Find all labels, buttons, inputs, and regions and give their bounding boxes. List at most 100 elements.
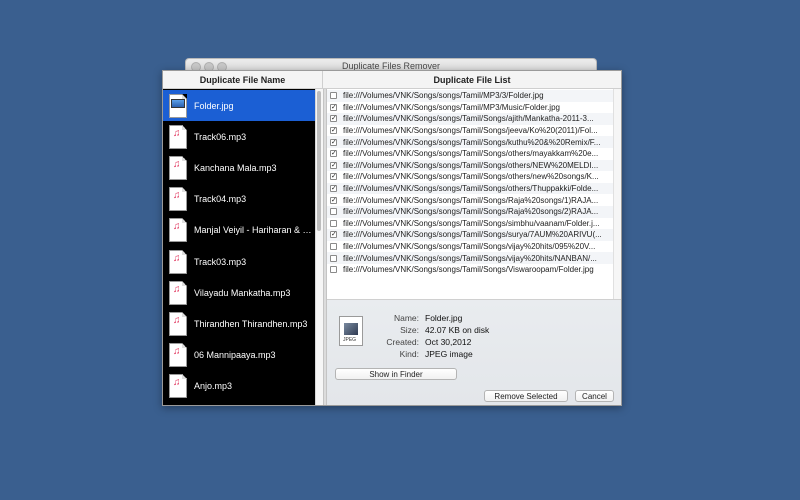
file-list-item[interactable]: ♫ Anjo.mp3 [163,371,315,402]
audio-file-icon: ♫ [169,311,187,336]
duplicate-checkbox[interactable]: ✓ [330,161,337,169]
file-list-item[interactable]: Folder.jpg [163,90,315,121]
duplicate-file-name-list[interactable]: Folder.jpg ♫ Track06.mp3 ♫ Kanchana Mala.mp3… [163,89,315,405]
duplicate-checkbox[interactable]: ✓ [330,185,337,193]
image-file-icon [169,93,187,118]
left-list-scrollbar[interactable] [315,89,323,405]
duplicate-file-list-header[interactable]: Duplicate File List [323,71,621,89]
file-list-item[interactable]: ♫ Track04.mp3 [163,184,315,215]
file-list-item-label: Anjo.mp3 [194,381,233,392]
audio-file-icon: ♫ [169,218,187,243]
duplicate-checkbox[interactable]: ✓ [330,231,337,239]
file-list-item-label: Manjal Veiyil - Hariharan & Vija... [194,225,315,236]
duplicate-list-row[interactable]: ✓ file:///Volumes/VNK/Songs/songs/Tamil/M… [327,102,613,114]
info-kind-value: JPEG image [425,349,473,359]
info-name-row: Name: Folder.jpg [367,313,462,323]
file-list-item[interactable]: ♫ Vilayadu Mankatha.mp3 [163,277,315,308]
duplicate-checkbox[interactable] [330,219,337,227]
duplicate-file-path: file:///Volumes/VNK/Songs/songs/Tamil/So… [343,184,599,194]
duplicate-list-row[interactable]: ✓ file:///Volumes/VNK/Songs/songs/Tamil/S… [327,136,613,148]
audio-file-icon: ♫ [169,249,187,274]
music-note-icon: ♫ [173,346,181,358]
audio-file-icon: ♫ [169,155,187,180]
duplicate-list-row[interactable]: file:///Volumes/VNK/Songs/songs/Tamil/So… [327,206,613,218]
info-kind-label: Kind: [399,349,419,359]
duplicate-list-row[interactable]: file:///Volumes/VNK/Songs/songs/Tamil/So… [327,252,613,264]
duplicate-checkbox[interactable] [330,92,337,100]
duplicate-file-path: file:///Volumes/VNK/Songs/songs/Tamil/So… [343,265,594,275]
duplicate-file-name-header[interactable]: Duplicate File Name [163,71,323,89]
jpeg-file-icon: JPEG [339,316,363,346]
duplicate-file-path: file:///Volumes/VNK/Songs/songs/Tamil/So… [343,253,597,263]
music-note-icon: ♫ [173,377,181,389]
duplicate-list-row[interactable]: ✓ file:///Volumes/VNK/Songs/songs/Tamil/S… [327,113,613,125]
duplicate-checkbox[interactable] [330,243,337,251]
duplicate-checkbox[interactable]: ✓ [330,138,337,146]
file-info-area: JPEG Name: Folder.jpg Size: 42.07 KB on … [327,299,621,405]
jpeg-icon-label: JPEG [343,337,357,343]
duplicate-list-row[interactable]: ✓ file:///Volumes/VNK/Songs/songs/Tamil/S… [327,159,613,172]
duplicate-checkbox[interactable]: ✓ [330,115,337,123]
file-list-item-label: Vilayadu Mankatha.mp3 [194,287,291,298]
duplicate-file-path: file:///Volumes/VNK/Songs/songs/Tamil/So… [343,149,599,159]
duplicate-file-path: file:///Volumes/VNK/Songs/songs/Tamil/MP… [343,102,560,112]
duplicate-file-path: file:///Volumes/VNK/Songs/songs/Tamil/MP… [343,91,544,101]
duplicate-checkbox[interactable]: ✓ [330,127,337,135]
duplicate-list-row[interactable]: ✓ file:///Volumes/VNK/Songs/songs/Tamil/S… [327,125,613,137]
duplicate-file-path: file:///Volumes/VNK/Songs/songs/Tamil/So… [343,242,596,252]
duplicate-file-path: file:///Volumes/VNK/Songs/songs/Tamil/So… [343,218,600,228]
duplicate-list-row[interactable]: ✓ file:///Volumes/VNK/Songs/songs/Tamil/S… [327,229,613,241]
file-list-item[interactable]: ♫ Track03.mp3 [163,246,315,277]
info-created-label: Created: [386,337,419,347]
image-thumbnail [171,98,185,108]
file-list-item[interactable]: ♫ Thirandhen Thirandhen.mp3 [163,308,315,339]
audio-file-icon: ♫ [169,374,187,399]
duplicate-list-row[interactable]: file:///Volumes/VNK/Songs/songs/Tamil/So… [327,241,613,253]
image-preview [344,323,358,335]
duplicate-file-path: file:///Volumes/VNK/Songs/songs/Tamil/So… [343,114,594,124]
duplicate-file-path: file:///Volumes/VNK/Songs/songs/Tamil/So… [343,230,602,240]
info-name-value: Folder.jpg [425,313,463,323]
cancel-button[interactable]: Cancel [575,390,614,402]
audio-file-icon: ♫ [169,187,187,212]
duplicate-checkbox[interactable]: ✓ [330,150,337,158]
duplicate-list-row[interactable]: file:///Volumes/VNK/Songs/songs/Tamil/MP… [327,90,613,102]
duplicate-checkbox[interactable]: ✓ [330,103,337,111]
duplicate-checkbox[interactable] [330,254,337,262]
duplicate-list-row[interactable]: file:///Volumes/VNK/Songs/songs/Tamil/So… [327,264,613,276]
file-list-item[interactable]: ♫ Manjal Veiyil - Hariharan & Vija... [163,215,315,246]
info-size-row: Size: 42.07 KB on disk [367,325,489,335]
duplicate-list-row[interactable]: ✓ file:///Volumes/VNK/Songs/songs/Tamil/S… [327,194,613,206]
music-note-icon: ♫ [173,190,181,202]
duplicate-file-path: file:///Volumes/VNK/Songs/songs/Tamil/So… [343,195,599,205]
info-created-value: Oct 30,2012 [425,337,472,347]
duplicate-files-panel: Duplicate File Name Duplicate File List … [162,70,622,406]
music-note-icon: ♫ [173,158,181,170]
duplicate-checkbox[interactable]: ✓ [330,173,337,181]
duplicate-list-row[interactable]: ✓ file:///Volumes/VNK/Songs/songs/Tamil/S… [327,182,613,195]
file-list-item[interactable]: ♫ Track06.mp3 [163,121,315,152]
info-size-value: 42.07 KB on disk [425,325,490,335]
file-list-item[interactable]: ♫ Kanchana Mala.mp3 [163,152,315,183]
right-list-scrollbar[interactable] [613,89,621,299]
audio-file-icon: ♫ [169,124,187,149]
left-scroll-thumb[interactable] [317,91,321,231]
duplicate-file-path: file:///Volumes/VNK/Songs/songs/Tamil/So… [343,207,599,217]
show-in-finder-button[interactable]: Show in Finder [335,368,457,380]
remove-selected-button[interactable]: Remove Selected [484,390,568,402]
duplicate-list-row[interactable]: ✓ file:///Volumes/VNK/Songs/songs/Tamil/S… [327,171,613,183]
duplicate-checkbox[interactable]: ✓ [330,196,337,204]
info-kind-row: Kind: JPEG image [367,349,473,359]
duplicate-list-row[interactable]: file:///Volumes/VNK/Songs/songs/Tamil/So… [327,218,613,230]
file-list-item-label: Thirandhen Thirandhen.mp3 [194,318,308,329]
duplicate-file-list[interactable]: file:///Volumes/VNK/Songs/songs/Tamil/MP… [327,89,613,299]
music-note-icon: ♫ [173,283,181,295]
file-list-item-label: Track03.mp3 [194,256,247,267]
music-note-icon: ♫ [173,314,181,326]
duplicate-file-path: file:///Volumes/VNK/Songs/songs/Tamil/So… [343,126,598,136]
duplicate-checkbox[interactable] [330,266,337,274]
file-list-item-label: Track06.mp3 [194,131,247,142]
duplicate-checkbox[interactable] [330,208,337,216]
file-list-item[interactable]: ♫ 06 Mannipaaya.mp3 [163,340,315,371]
duplicate-list-row[interactable]: ✓ file:///Volumes/VNK/Songs/songs/Tamil/S… [327,148,613,160]
